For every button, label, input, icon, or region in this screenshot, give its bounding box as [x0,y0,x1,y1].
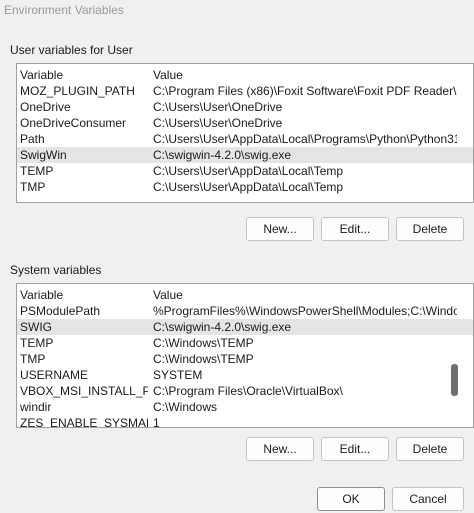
variable-value: C:\Users\User\AppData\Local\Programs\Pyt… [153,132,457,146]
variable-value: C:\Users\User\OneDrive [153,116,283,130]
variable-value: %ProgramFiles%\WindowsPowerShell\Modules… [153,304,457,318]
cancel-button[interactable]: Cancel [392,487,464,511]
scrollbar-thumb[interactable] [451,364,458,396]
variable-value: C:\Windows\TEMP [153,352,254,366]
variable-name: USERNAME [20,368,89,382]
variable-value: C:\swigwin-4.2.0\swig.exe [153,320,292,334]
variable-name: TMP [20,180,46,194]
variable-value: C:\Users\User\AppData\Local\Temp [153,164,344,178]
system-new-button[interactable]: New... [246,437,314,461]
variable-name: TMP [20,352,46,366]
variable-name: OneDrive [20,100,71,114]
table-row[interactable]: MOZ_PLUGIN_PATH C:\Program Files (x86)\F… [17,83,473,99]
list-header: Variable Value [17,67,473,83]
table-row[interactable]: ZES_ENABLE_SYSMAN 1 [17,415,473,428]
variable-value: C:\swigwin-4.2.0\swig.exe [153,148,292,162]
variable-value: SYSTEM [153,368,203,382]
variable-value: C:\Users\User\AppData\Local\Temp [153,180,344,194]
window-title: Environment Variables [4,3,124,17]
table-row[interactable]: TMP C:\Windows\TEMP [17,351,473,367]
table-row[interactable]: Path C:\Users\User\AppData\Local\Program… [17,131,473,147]
variable-name: Path [20,132,45,146]
table-row[interactable]: TEMP C:\Windows\TEMP [17,335,473,351]
variable-name: VBOX_MSI_INSTALL_PATH [20,384,148,398]
variable-value: C:\Windows\TEMP [153,336,254,350]
user-new-button[interactable]: New... [246,217,314,241]
variable-name: TEMP [20,336,54,350]
variable-value: C:\Program Files\Oracle\VirtualBox\ [153,384,343,398]
table-row[interactable]: TMP C:\Users\User\AppData\Local\Temp [17,179,473,195]
table-row[interactable]: TEMP C:\Users\User\AppData\Local\Temp [17,163,473,179]
system-delete-button[interactable]: Delete [396,437,464,461]
table-row[interactable]: USERNAME SYSTEM [17,367,473,383]
variable-name: PSModulePath [20,304,101,318]
system-edit-button[interactable]: Edit... [321,437,389,461]
value-column-header[interactable]: Value [153,67,457,83]
user-variables-label: User variables for User [10,43,133,57]
table-row-selected[interactable]: SWIG C:\swigwin-4.2.0\swig.exe [17,319,473,335]
system-variables-list[interactable]: Variable Value PSModulePath %ProgramFile… [16,283,474,428]
table-row[interactable]: PSModulePath %ProgramFiles%\WindowsPower… [17,303,473,319]
user-delete-button[interactable]: Delete [396,217,464,241]
user-variables-list[interactable]: Variable Value MOZ_PLUGIN_PATH C:\Progra… [16,63,474,203]
system-variables-label: System variables [10,263,102,277]
table-row-selected[interactable]: SwigWin C:\swigwin-4.2.0\swig.exe [17,147,473,163]
variable-name: OneDriveConsumer [20,116,127,130]
variable-column-header[interactable]: Variable [20,67,148,83]
variable-value: C:\Windows [153,400,218,414]
variable-value: 1 [153,416,160,428]
table-row[interactable]: windir C:\Windows [17,399,473,415]
variable-column-header[interactable]: Variable [20,287,148,303]
variable-name: ZES_ENABLE_SYSMAN [20,416,148,428]
table-row[interactable]: OneDriveConsumer C:\Users\User\OneDrive [17,115,473,131]
variable-name: MOZ_PLUGIN_PATH [20,84,135,98]
variable-value: C:\Users\User\OneDrive [153,100,283,114]
variable-name: windir [20,400,52,414]
table-row[interactable]: VBOX_MSI_INSTALL_PATH C:\Program Files\O… [17,383,473,399]
value-column-header[interactable]: Value [153,287,457,303]
ok-button[interactable]: OK [317,487,385,511]
variable-name: SwigWin [20,148,67,162]
table-row[interactable]: OneDrive C:\Users\User\OneDrive [17,99,473,115]
list-header: Variable Value [17,287,473,303]
variable-name: SWIG [20,320,52,334]
user-edit-button[interactable]: Edit... [321,217,389,241]
variable-name: TEMP [20,164,54,178]
variable-value: C:\Program Files (x86)\Foxit Software\Fo… [153,84,457,98]
